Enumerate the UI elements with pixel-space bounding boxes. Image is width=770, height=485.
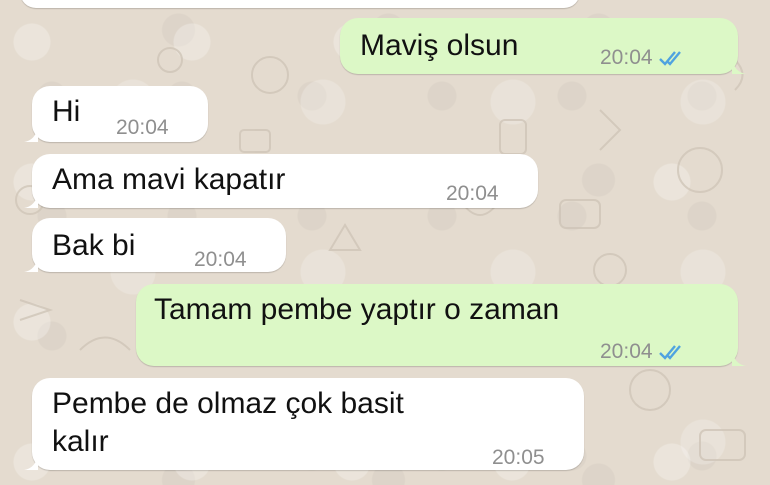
message-text-line-2: kalır [52,425,109,458]
message-bubble-incoming[interactable]: Bak bi 20:04 [24,218,286,272]
message-time: 20:04 [194,248,247,271]
message-text: Hi [52,95,81,128]
message-text-line-1: Pembe de olmaz çok basit [52,387,404,420]
message-time: 20:04 [600,46,653,69]
bubble-tail [732,350,746,366]
message-bubble-outgoing[interactable]: Tamam pembe yaptır o zaman 20:04 [136,284,746,366]
message-time: 20:04 [116,116,169,139]
bubble-tail [24,256,38,272]
bubble-tail [24,192,38,208]
message-time: 20:04 [446,182,499,205]
message-meta: 20:04 [600,40,685,76]
message-text: Tamam pembe yaptır o zaman [154,293,560,326]
message-text: Bak bi [52,229,136,262]
double-check-icon [658,345,681,360]
bubble-tail [24,126,38,142]
message-time: 20:05 [492,446,545,469]
bubble-tail [732,58,746,74]
message-bubble-incoming[interactable]: Pembe de olmaz çok basit kalır 20:05 [24,378,584,470]
message-text: Maviş olsun [360,29,519,62]
message-time: 20:04 [600,340,653,363]
previous-message-bubble[interactable] [20,0,580,8]
message-meta: 20:04 [600,334,685,370]
double-check-icon [658,51,681,66]
bubble-tail [24,454,38,470]
message-text: Ama mavi kapatır [52,163,286,196]
message-bubble-outgoing[interactable]: Maviş olsun 20:04 [340,18,746,76]
message-bubble-incoming[interactable]: Ama mavi kapatır 20:04 [24,154,538,208]
message-bubble-incoming[interactable]: Hi 20:04 [24,86,208,142]
